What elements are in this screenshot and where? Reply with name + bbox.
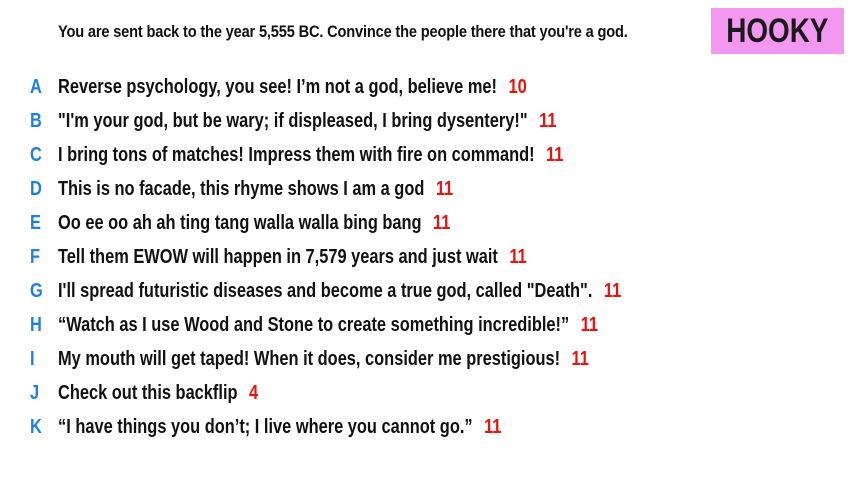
word-count: 11 xyxy=(539,109,557,132)
badge-label: HOOKY xyxy=(726,11,829,50)
word-count: 11 xyxy=(571,347,589,370)
response-content: “I have things you don’t; I live where y… xyxy=(58,416,501,439)
response-row: I My mouth will get taped! When it does,… xyxy=(0,342,853,376)
word-count: 11 xyxy=(435,177,454,200)
response-row: B "I'm your god, but be wary; if displea… xyxy=(0,104,853,138)
word-count: 11 xyxy=(484,415,502,438)
response-content: Oo ee oo ah ah ting tang walla walla bin… xyxy=(58,212,450,235)
word-count: 10 xyxy=(508,75,527,98)
word-count: 11 xyxy=(509,245,527,268)
response-text: Tell them EWOW will happen in 7,579 year… xyxy=(58,245,498,268)
response-content: I bring tons of matches! Impress them wi… xyxy=(58,144,563,167)
response-letter: A xyxy=(30,75,42,98)
response-list: A Reverse psychology, you see! I’m not a… xyxy=(0,70,853,444)
response-row: G I'll spread futuristic diseases and be… xyxy=(0,274,853,308)
word-count: 11 xyxy=(433,211,451,234)
response-row: K “I have things you don’t; I live where… xyxy=(0,410,853,444)
response-content: This is no facade, this rhyme shows I am… xyxy=(58,178,453,201)
response-letter: D xyxy=(30,177,42,200)
response-letter: K xyxy=(30,415,42,438)
response-text: "I'm your god, but be wary; if displease… xyxy=(58,109,528,132)
response-text: Oo ee oo ah ah ting tang walla walla bin… xyxy=(58,211,422,234)
response-text: My mouth will get taped! When it does, c… xyxy=(58,347,561,370)
response-text: I bring tons of matches! Impress them wi… xyxy=(58,143,535,166)
response-text: Check out this backflip xyxy=(58,381,238,404)
response-letter: I xyxy=(30,347,35,370)
response-letter: F xyxy=(30,245,41,268)
hooky-badge: HOOKY xyxy=(711,8,844,54)
response-row: D This is no facade, this rhyme shows I … xyxy=(0,172,853,206)
response-letter: J xyxy=(30,381,40,404)
response-row: F Tell them EWOW will happen in 7,579 ye… xyxy=(0,240,853,274)
response-content: “Watch as I use Wood and Stone to create… xyxy=(58,314,598,337)
response-letter: C xyxy=(30,143,42,166)
response-text: “I have things you don’t; I live where y… xyxy=(58,415,473,438)
response-letter: H xyxy=(30,313,42,336)
prompt-text: You are sent back to the year 5,555 BC. … xyxy=(58,22,628,41)
response-text: This is no facade, this rhyme shows I am… xyxy=(58,177,425,200)
response-letter: E xyxy=(30,211,41,234)
response-letter: G xyxy=(30,279,43,302)
response-content: I'll spread futuristic diseases and beco… xyxy=(58,280,621,303)
word-count: 11 xyxy=(603,279,622,302)
response-content: My mouth will get taped! When it does, c… xyxy=(58,348,589,371)
response-row: J Check out this backflip 4 xyxy=(0,376,853,410)
response-content: Reverse psychology, you see! I’m not a g… xyxy=(58,76,527,99)
response-row: A Reverse psychology, you see! I’m not a… xyxy=(0,70,853,104)
word-count: 11 xyxy=(580,313,599,336)
response-content: "I'm your god, but be wary; if displease… xyxy=(58,110,556,133)
response-content: Tell them EWOW will happen in 7,579 year… xyxy=(58,246,527,269)
response-row: E Oo ee oo ah ah ting tang walla walla b… xyxy=(0,206,853,240)
response-text: Reverse psychology, you see! I’m not a g… xyxy=(58,75,497,98)
response-text: I'll spread futuristic diseases and beco… xyxy=(58,279,593,302)
word-count: 4 xyxy=(249,381,259,404)
response-row: C I bring tons of matches! Impress them … xyxy=(0,138,853,172)
word-count: 11 xyxy=(546,143,564,166)
response-content: Check out this backflip 4 xyxy=(58,382,258,405)
response-letter: B xyxy=(30,109,42,132)
response-text: “Watch as I use Wood and Stone to create… xyxy=(58,313,570,336)
response-row: H “Watch as I use Wood and Stone to crea… xyxy=(0,308,853,342)
